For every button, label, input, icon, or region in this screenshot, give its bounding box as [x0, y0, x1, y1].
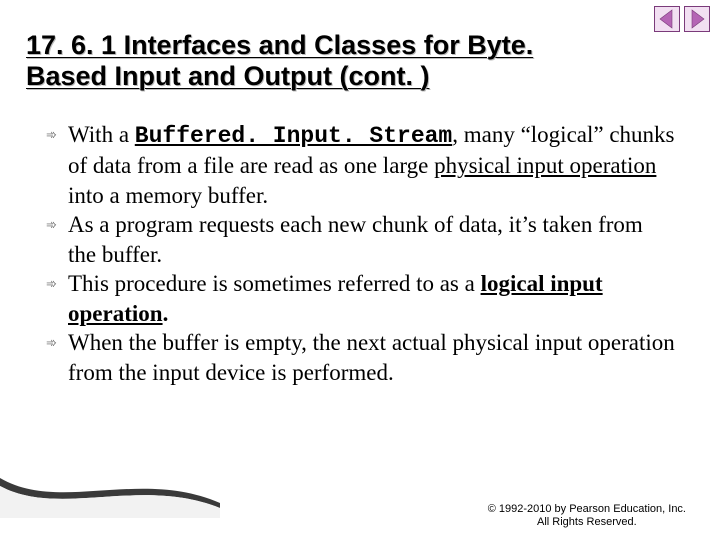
- text-run: When the buffer is empty, the next actua…: [68, 330, 675, 384]
- bullet-icon: ➾: [46, 269, 68, 328]
- title-line-1: 17. 6. 1 Interfaces and Classes for Byte…: [26, 30, 533, 60]
- slide-title: 17. 6. 1 Interfaces and Classes for Byte…: [26, 30, 666, 92]
- list-item: ➾ As a program requests each new chunk o…: [46, 210, 676, 269]
- slide: 17. 6. 1 Interfaces and Classes for Byte…: [0, 0, 720, 540]
- bullet-icon: ➾: [46, 210, 68, 269]
- code-run: Buffered. Input. Stream: [135, 123, 452, 149]
- decorative-swoosh-icon: [0, 458, 220, 518]
- slide-body: ➾ With a Buffered. Input. Stream, many “…: [46, 120, 676, 387]
- bullet-text: As a program requests each new chunk of …: [68, 210, 676, 269]
- bullet-text: When the buffer is empty, the next actua…: [68, 328, 676, 387]
- list-item: ➾ When the buffer is empty, the next act…: [46, 328, 676, 387]
- text-run: With a: [68, 122, 135, 147]
- copyright-line-1: © 1992-2010 by Pearson Education, Inc.: [488, 503, 686, 517]
- text-run: .: [163, 301, 169, 326]
- text-run: into a memory buffer.: [68, 183, 268, 208]
- bullet-icon: ➾: [46, 120, 68, 210]
- footer: © 1992-2010 by Pearson Education, Inc. A…: [488, 503, 686, 531]
- copyright-line-2: All Rights Reserved.: [488, 516, 686, 530]
- bullet-text: With a Buffered. Input. Stream, many “lo…: [68, 120, 676, 210]
- title-line-2: Based Input and Output (cont. ): [26, 61, 429, 91]
- next-slide-icon[interactable]: [684, 6, 710, 37]
- list-item: ➾ This procedure is sometimes referred t…: [46, 269, 676, 328]
- text-run: This procedure is sometimes referred to …: [68, 271, 481, 296]
- bullet-text: This procedure is sometimes referred to …: [68, 269, 676, 328]
- list-item: ➾ With a Buffered. Input. Stream, many “…: [46, 120, 676, 210]
- text-run: As a program requests each new chunk of …: [68, 212, 643, 266]
- bullet-icon: ➾: [46, 328, 68, 387]
- emph-run: physical input operation: [434, 153, 656, 178]
